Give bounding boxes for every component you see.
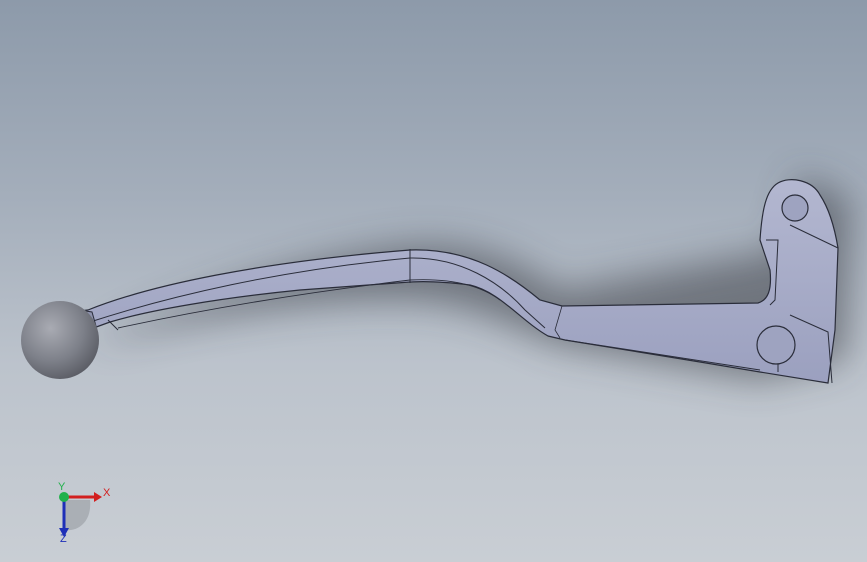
x-axis-arrow (94, 492, 102, 502)
lower-pivot-hole[interactable] (756, 325, 796, 365)
orientation-triad: X Y Z (58, 481, 111, 545)
graphics-viewport[interactable]: X Y Z (0, 0, 867, 562)
model-canvas[interactable]: X Y Z (0, 0, 867, 562)
x-axis-label: X (103, 487, 111, 499)
y-axis-dot (59, 492, 69, 502)
y-axis-label: Y (58, 481, 66, 493)
triad-shadow (64, 500, 91, 531)
ball-end[interactable] (21, 301, 99, 379)
z-axis-label: Z (60, 533, 67, 545)
upper-pivot-hole[interactable] (781, 194, 809, 222)
